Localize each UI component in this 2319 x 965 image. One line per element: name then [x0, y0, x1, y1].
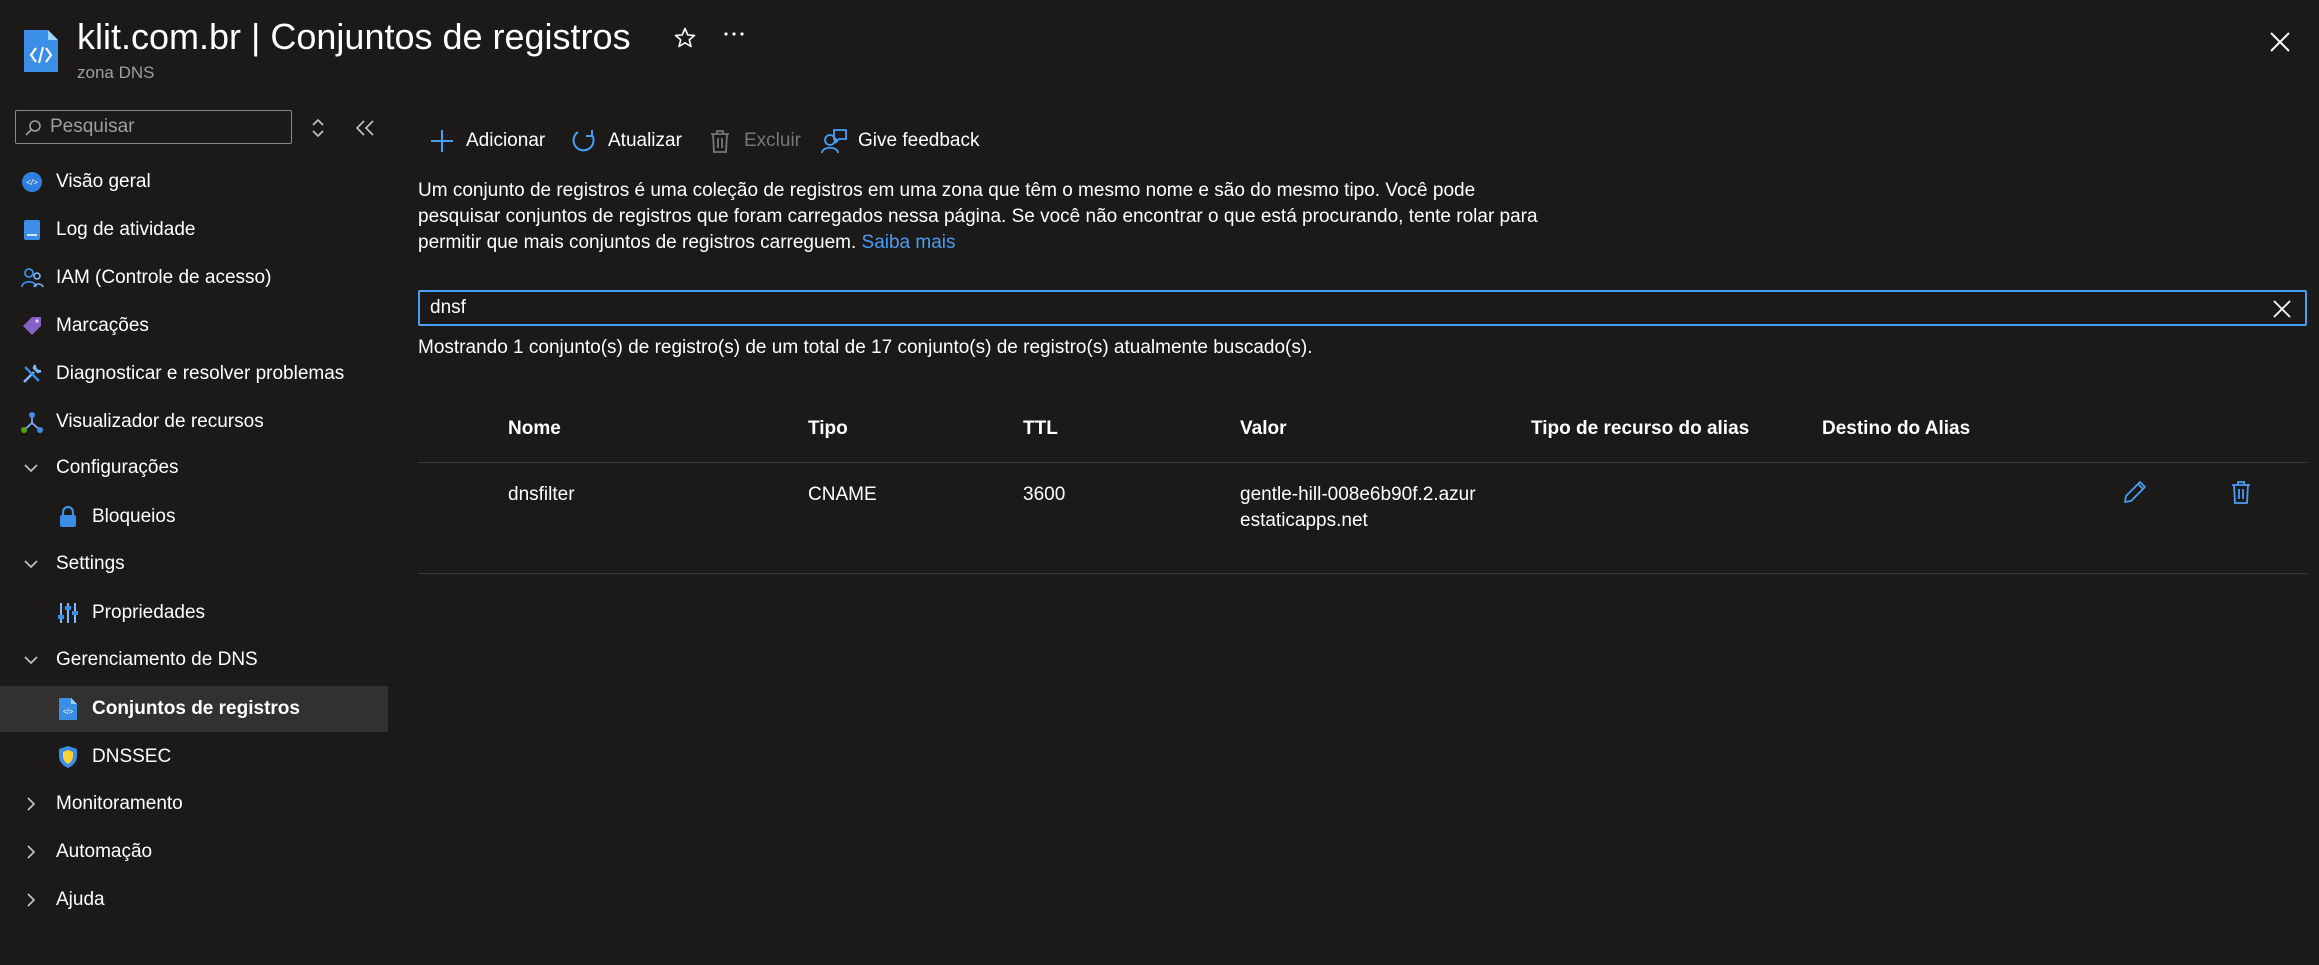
trash-icon [711, 130, 729, 153]
sidebar-group-automacao[interactable]: Automação [0, 829, 388, 875]
sidebar-item-label: Settings [56, 553, 125, 574]
sidebar-item-propriedades[interactable]: Propriedades [0, 590, 388, 636]
learn-more-link[interactable]: Saiba mais [862, 232, 956, 253]
sidebar-item-label: Log de atividade [56, 219, 196, 240]
edit-icon[interactable] [2121, 478, 2149, 506]
refresh-button[interactable]: Atualizar [570, 126, 682, 156]
sidebar-item-visao-geral[interactable]: </> Visão geral [0, 159, 388, 205]
feedback-icon [821, 129, 847, 154]
record-filter[interactable] [418, 290, 2307, 326]
sidebar-item-marcacoes[interactable]: Marcações [0, 303, 388, 349]
shield-icon [59, 746, 77, 768]
record-filter-input[interactable] [430, 294, 2230, 322]
chevron-right-icon [27, 893, 36, 907]
cell-nome[interactable]: dnsfilter [508, 482, 575, 508]
feedback-label: Give feedback [858, 130, 980, 151]
result-count: Mostrando 1 conjunto(s) de registro(s) d… [418, 337, 1313, 358]
sidebar-group-configuracoes[interactable]: Configurações [0, 445, 388, 491]
sidebar-search[interactable] [15, 110, 292, 144]
sidebar-item-iam[interactable]: IAM (Controle de acesso) [0, 255, 388, 301]
delete-toolbar-button[interactable]: Excluir [706, 126, 801, 156]
sidebar-group-settings[interactable]: Settings [0, 541, 388, 587]
sidebar-item-label: Gerenciamento de DNS [56, 649, 258, 670]
chevron-down-icon [24, 464, 38, 473]
sidebar-item-label: Marcações [56, 315, 149, 336]
column-header-ttl[interactable]: TTL [1023, 418, 1058, 440]
column-header-valor[interactable]: Valor [1240, 418, 1286, 440]
dns-zone-icon [22, 28, 60, 74]
tag-icon [23, 317, 41, 335]
properties-icon [58, 603, 78, 623]
delete-row-icon[interactable] [2227, 478, 2255, 506]
cell-valor: gentle-hill-008e6b90f.2.azurestaticapps.… [1240, 484, 1476, 531]
sidebar-item-dnssec[interactable]: DNSSEC [0, 734, 388, 780]
sidebar-group-gerenciamento-dns[interactable]: Gerenciamento de DNS [0, 637, 388, 683]
sidebar-item-label: DNSSEC [92, 746, 172, 767]
add-label: Adicionar [466, 130, 546, 151]
search-icon [25, 120, 41, 136]
sidebar-item-visualizador[interactable]: Visualizador de recursos [0, 399, 388, 445]
sidebar-item-bloqueios[interactable]: Bloqueios [0, 494, 388, 540]
cell-ttl: 3600 [1023, 484, 1066, 505]
cell-tipo: CNAME [808, 484, 877, 505]
chevron-down-icon [24, 656, 38, 665]
sidebar-item-label: Conjuntos de registros [92, 698, 300, 719]
iam-people-icon [21, 268, 44, 288]
column-header-tipo-recurso-alias[interactable]: Tipo de recurso do alias [1531, 418, 1749, 440]
page-title: klit.com.br | Conjuntos de registros [77, 16, 631, 57]
resource-visualizer-icon [21, 412, 43, 433]
sidebar-item-log-de-atividade[interactable]: Log de atividade [0, 207, 388, 253]
favorite-star-icon[interactable] [673, 26, 697, 55]
refresh-label: Atualizar [608, 130, 682, 151]
lock-icon [60, 505, 76, 527]
sidebar-item-label: IAM (Controle de acesso) [56, 267, 272, 288]
sidebar-item-label: Visualizador de recursos [56, 411, 264, 432]
refresh-icon [572, 130, 595, 152]
sidebar-item-conjuntos-de-registros[interactable]: </> Conjuntos de registros [0, 686, 388, 732]
record-sets-icon: </> [59, 698, 77, 720]
add-button[interactable]: Adicionar [428, 126, 545, 156]
column-header-destino-alias[interactable]: Destino do Alias [1822, 418, 1970, 440]
sidebar-item-label: Automação [56, 841, 153, 862]
more-options-icon[interactable] [722, 22, 746, 51]
sidebar-item-label: Visão geral [56, 171, 151, 192]
svg-text:</>: </> [63, 709, 73, 716]
sidebar-group-monitoramento[interactable]: Monitoramento [0, 781, 388, 827]
chevron-down-icon [24, 560, 38, 569]
sidebar-item-label: Bloqueios [92, 506, 176, 527]
sidebar-search-input[interactable] [50, 113, 285, 141]
description-body: Um conjunto de registros é uma coleção d… [418, 180, 1538, 253]
sidebar-item-label: Diagnosticar e resolver problemas [56, 363, 345, 384]
page-subtitle: zona DNS [77, 63, 155, 82]
sidebar-item-label: Ajuda [56, 889, 105, 910]
give-feedback-button[interactable]: Give feedback [820, 126, 979, 156]
sidebar-item-label: Configurações [56, 457, 179, 478]
chevron-right-icon [27, 845, 36, 859]
delete-label: Excluir [744, 130, 802, 151]
sidebar-item-label: Monitoramento [56, 793, 183, 814]
column-header-nome[interactable]: Nome [508, 418, 561, 440]
sidebar-item-diagnosticar[interactable]: Diagnosticar e resolver problemas [0, 351, 388, 397]
dns-overview-icon: </> [22, 172, 42, 192]
clear-filter-icon[interactable] [2271, 298, 2293, 320]
sort-toggle-icon[interactable] [308, 116, 328, 140]
sidebar-item-label: Propriedades [92, 602, 206, 623]
activity-log-icon [24, 220, 40, 240]
column-header-tipo[interactable]: Tipo [808, 418, 848, 440]
chevron-right-icon [27, 797, 36, 811]
plus-icon [431, 130, 453, 152]
close-icon[interactable] [2264, 26, 2296, 58]
description-text: Um conjunto de registros é uma coleção d… [418, 178, 1538, 256]
svg-text:</>: </> [26, 178, 38, 187]
sidebar-group-ajuda[interactable]: Ajuda [0, 877, 388, 923]
wrench-icon [23, 364, 42, 383]
collapse-sidebar-icon[interactable] [354, 118, 376, 138]
